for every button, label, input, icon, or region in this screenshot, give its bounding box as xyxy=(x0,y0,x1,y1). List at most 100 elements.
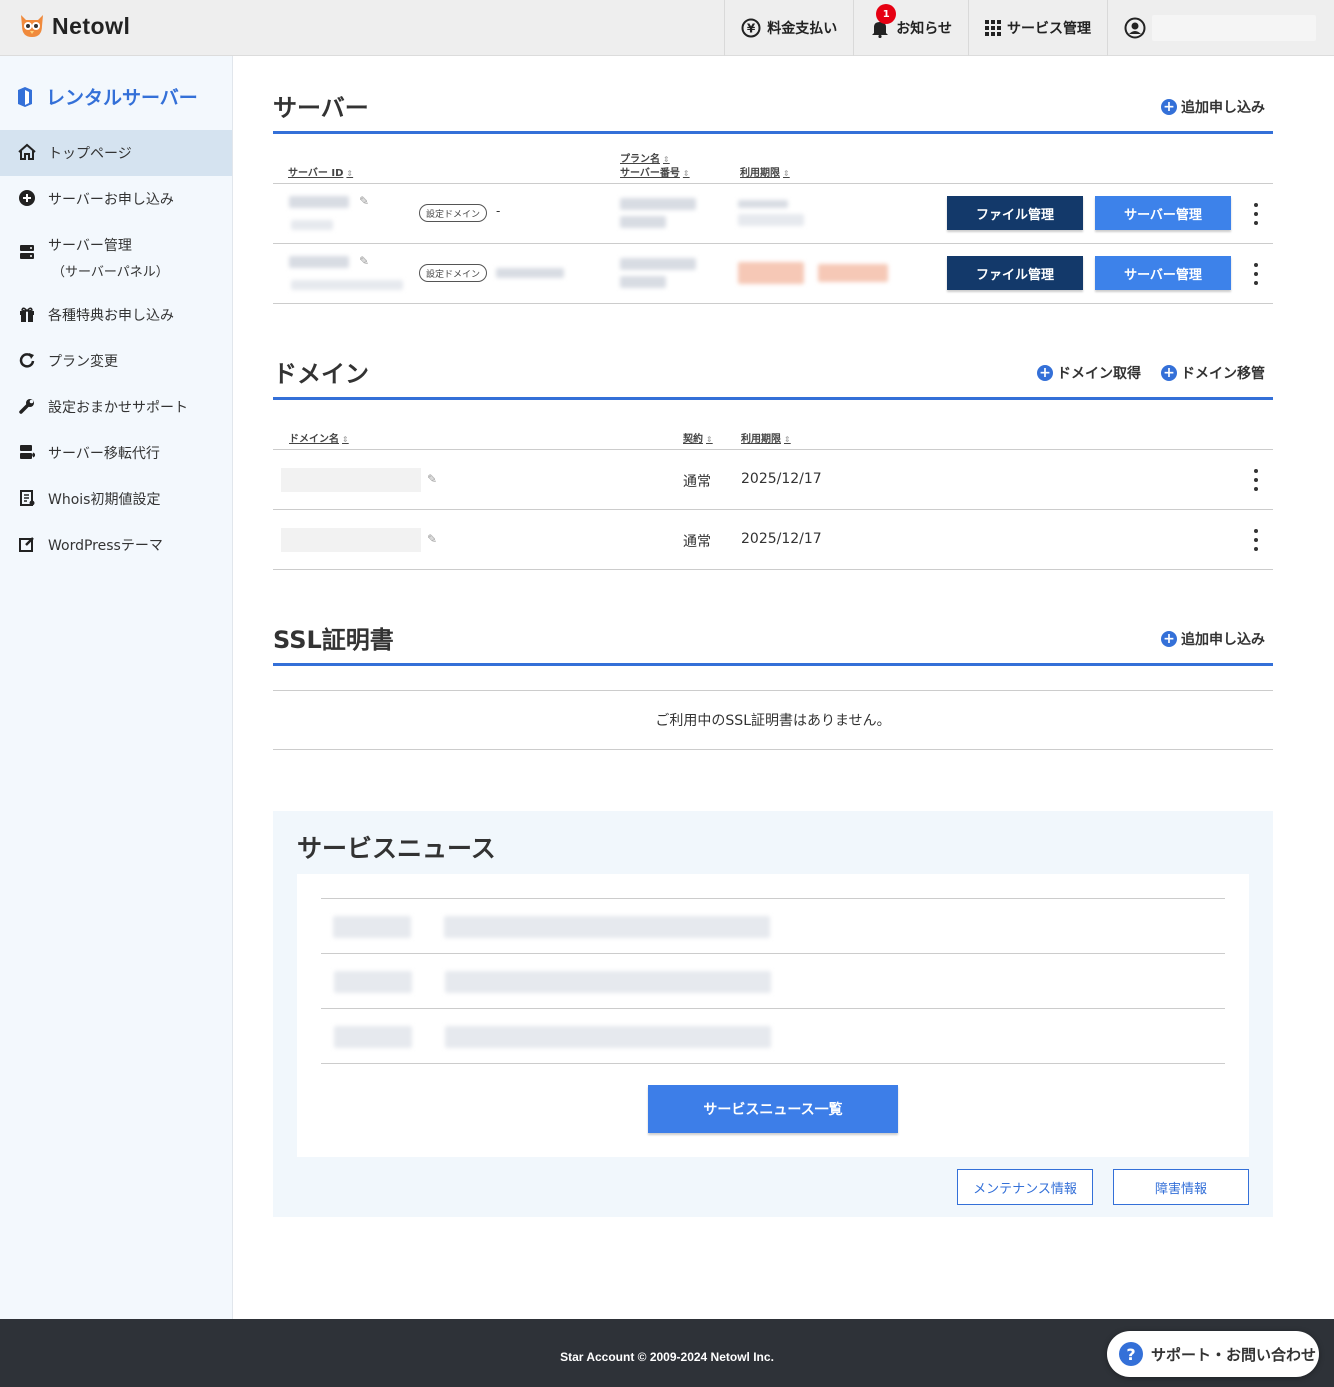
payment-menu[interactable]: ¥ 料金支払い xyxy=(724,0,853,56)
plus-circle-icon: + xyxy=(1161,365,1177,381)
domain-row: ✎ 通常 2025/12/17 xyxy=(273,450,1273,510)
ssl-add-link[interactable]: + 追加申し込み xyxy=(1161,629,1265,649)
service-management-menu[interactable]: サービス管理 xyxy=(968,0,1107,56)
service-news-list: サービスニュース一覧 xyxy=(297,874,1249,1157)
news-date xyxy=(333,916,411,938)
sidebar-item-server-application[interactable]: サーバーお申し込み xyxy=(0,176,232,222)
home-icon xyxy=(18,143,36,161)
sidebar-item-server-management[interactable]: サーバー管理 （サーバーパネル） xyxy=(0,222,232,292)
plus-circle-icon: + xyxy=(1161,99,1177,115)
server-id-value xyxy=(289,196,349,208)
pencil-icon[interactable]: ✎ xyxy=(359,194,369,208)
server-row: ✎ 設定ドメイン - ファイル管理 サーバー管理 xyxy=(273,184,1273,244)
domain-contract: 通常 xyxy=(683,474,711,490)
ssl-section-header: SSL証明書 + 追加申し込み xyxy=(273,588,1273,666)
sidebar-item-label: 設定おまかせサポート xyxy=(48,400,188,416)
domain-tag: 設定ドメイン xyxy=(419,204,488,222)
news-item[interactable] xyxy=(321,898,1225,953)
service-news-list-button[interactable]: サービスニュース一覧 xyxy=(648,1085,898,1133)
question-icon: ? xyxy=(1119,1342,1143,1366)
col-contract-label: 契約 xyxy=(683,434,703,445)
sidebar-title[interactable]: レンタルサーバー xyxy=(16,83,198,110)
plan-name-value xyxy=(620,198,696,210)
server-move-icon xyxy=(18,443,36,461)
col-plan-name[interactable]: プラン名 ⇕ xyxy=(620,150,670,165)
news-date xyxy=(334,971,412,993)
edit-icon xyxy=(18,535,36,553)
sidebar-item-server-migration[interactable]: サーバー移転代行 xyxy=(0,430,232,476)
news-headline xyxy=(445,971,771,993)
sidebar-item-label: トップページ xyxy=(48,146,132,162)
netowl-logo[interactable]: Netowl xyxy=(18,12,130,40)
service-news-title: サービスニュース xyxy=(297,834,496,863)
col-server-id[interactable]: サーバー ID ⇕ xyxy=(288,164,353,179)
expiry-value xyxy=(738,200,788,208)
col-domain-name[interactable]: ドメイン名 ⇕ xyxy=(289,430,349,445)
support-label: サポート・お問い合わせ xyxy=(1151,1345,1317,1364)
server-add-link[interactable]: + 追加申し込み xyxy=(1161,97,1265,117)
news-date xyxy=(334,1026,412,1048)
notifications-menu[interactable]: 1 お知らせ xyxy=(853,0,968,56)
support-contact-button[interactable]: ? サポート・お問い合わせ xyxy=(1107,1331,1319,1377)
pencil-icon[interactable]: ✎ xyxy=(427,532,437,546)
server-management-button[interactable]: サーバー管理 xyxy=(1095,196,1231,230)
sidebar-item-label: 各種特典お申し込み xyxy=(48,308,174,324)
domain-transfer-label: ドメイン移管 xyxy=(1181,366,1265,382)
col-server-number[interactable]: サーバー番号 ⇕ xyxy=(620,164,690,179)
sidebar-item-benefits[interactable]: 各種特典お申し込み xyxy=(0,292,232,338)
file-management-button[interactable]: ファイル管理 xyxy=(947,196,1083,230)
domain-actions: + ドメイン取得 + ドメイン移管 xyxy=(1037,363,1265,383)
domain-expiry: 2025/12/17 xyxy=(741,471,822,487)
wrench-icon xyxy=(18,397,36,415)
news-item[interactable] xyxy=(321,1008,1225,1064)
server-management-button[interactable]: サーバー管理 xyxy=(1095,256,1231,290)
sidebar-item-setup-support[interactable]: 設定おまかせサポート xyxy=(0,384,232,430)
sidebar-item-wordpress-theme[interactable]: WordPressテーマ xyxy=(0,522,232,568)
col-contract[interactable]: 契約 ⇕ xyxy=(683,430,713,445)
sort-icon: ⇕ xyxy=(663,155,670,164)
domain-acquire-link[interactable]: + ドメイン取得 xyxy=(1037,363,1141,383)
sort-icon: ⇕ xyxy=(346,169,354,178)
sidebar-title-label: レンタルサーバー xyxy=(46,87,198,109)
sidebar-item-label: サーバー管理 xyxy=(48,238,132,254)
sidebar-item-plan-change[interactable]: プラン変更 xyxy=(0,338,232,384)
more-options-icon[interactable] xyxy=(1253,263,1259,285)
domain-transfer-link[interactable]: + ドメイン移管 xyxy=(1161,363,1265,383)
file-management-button[interactable]: ファイル管理 xyxy=(947,256,1083,290)
more-options-icon[interactable] xyxy=(1253,469,1259,491)
owl-logo-icon xyxy=(21,15,43,37)
domain-acquire-label: ドメイン取得 xyxy=(1057,366,1141,382)
plus-circle-icon: + xyxy=(1037,365,1053,381)
col-expiry[interactable]: 利用期限 ⇕ xyxy=(740,164,790,179)
pencil-icon[interactable]: ✎ xyxy=(427,472,437,486)
sidebar-item-label: サーバー移転代行 xyxy=(48,446,160,462)
more-options-icon[interactable] xyxy=(1253,203,1259,225)
svg-text:¥: ¥ xyxy=(747,22,756,36)
plus-circle-icon: + xyxy=(1161,631,1177,647)
expiry-value xyxy=(738,262,804,284)
domain-expiry: 2025/12/17 xyxy=(741,531,822,547)
sidebar-item-label: WordPressテーマ xyxy=(48,538,163,554)
server-section-title: サーバー xyxy=(273,94,369,122)
failure-info-button[interactable]: 障害情報 xyxy=(1113,1169,1249,1205)
server-icon xyxy=(18,243,36,261)
sidebar-item-whois[interactable]: Whois初期値設定 xyxy=(0,476,232,522)
col-server-id-label: サーバー ID xyxy=(288,168,344,179)
maintenance-info-button[interactable]: メンテナンス情報 xyxy=(957,1169,1093,1205)
pencil-icon[interactable]: ✎ xyxy=(359,254,369,268)
more-options-icon[interactable] xyxy=(1253,529,1259,551)
sort-icon: ⇕ xyxy=(682,169,690,178)
server-domain: - xyxy=(496,204,501,218)
main-content: サーバー + 追加申し込み サーバー ID ⇕ プラン名 ⇕ サーバー番号 ⇕ 利用期限… xyxy=(273,56,1273,750)
top-header: Netowl ¥ 料金支払い 1 お知らせ サービス管理 xyxy=(0,0,1334,56)
ssl-section-title: SSL証明書 xyxy=(273,626,394,654)
sidebar-item-label: Whois初期値設定 xyxy=(48,492,161,508)
plan-name-value xyxy=(620,258,696,270)
news-item[interactable] xyxy=(321,953,1225,1008)
col-domain-expiry[interactable]: 利用期限 ⇕ xyxy=(741,430,791,445)
server-id-sub-value xyxy=(291,220,333,230)
sidebar-item-top-page[interactable]: トップページ xyxy=(0,130,232,176)
server-number-value xyxy=(620,276,666,288)
account-menu[interactable] xyxy=(1107,0,1334,56)
domain-section-header: ドメイン + ドメイン取得 + ドメイン移管 xyxy=(273,316,1273,400)
